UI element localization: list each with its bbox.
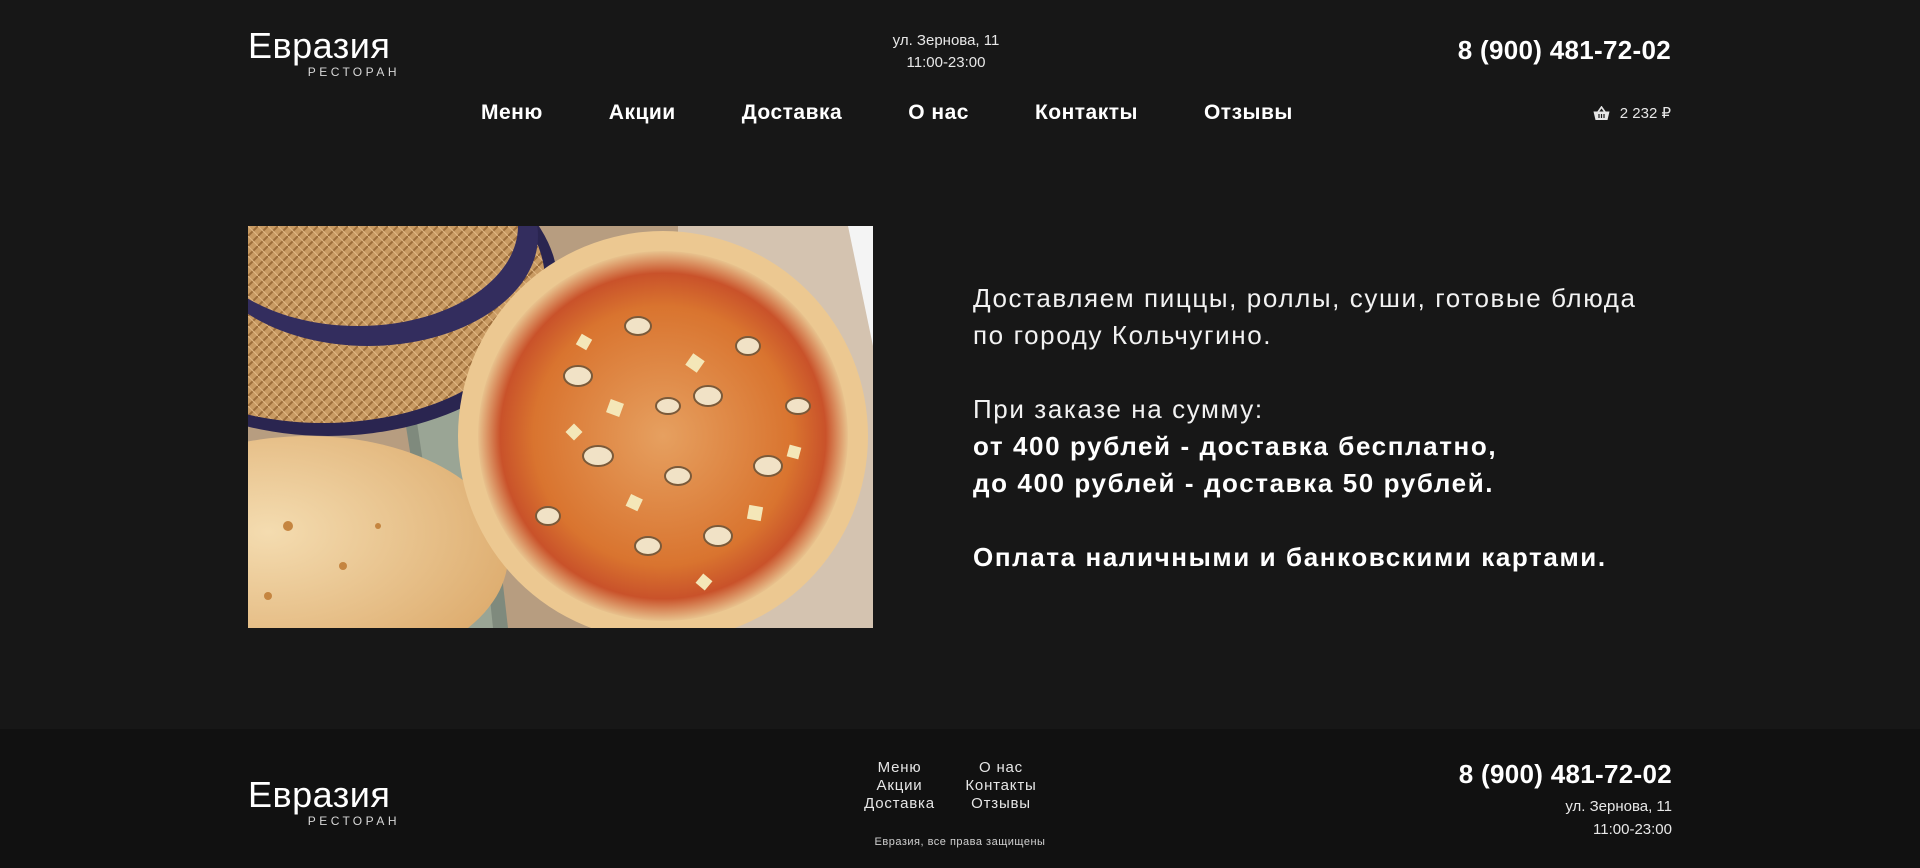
footer-address: ул. Зернова, 11 <box>1565 798 1672 815</box>
main-nav: Меню Акции Доставка О нас Контакты Отзыв… <box>481 101 1293 125</box>
nav-item-contacts[interactable]: Контакты <box>1035 101 1138 125</box>
delivery-line-1: Доставляем пиццы, роллы, суши, готовые б… <box>973 283 1637 313</box>
footer-nav-promotions[interactable]: Акции <box>877 777 923 795</box>
header-phone[interactable]: 8 (900) 481-72-02 <box>1458 35 1671 66</box>
footer-logo[interactable]: Евразия РЕСТОРАН <box>248 774 400 829</box>
footer-nav-reviews[interactable]: Отзывы <box>971 795 1031 813</box>
free-delivery-note: от 400 рублей - доставка бесплатно, <box>973 431 1498 461</box>
footer-nav-contacts[interactable]: Контакты <box>965 777 1036 795</box>
order-intro: При заказе на сумму: <box>973 394 1264 424</box>
header-hours: 11:00-23:00 <box>906 54 986 71</box>
footer-logo-title: Евразия <box>248 774 391 815</box>
site-footer: Евразия РЕСТОРАН Меню Акции Доставка О н… <box>0 729 1920 868</box>
payment-note: Оплата наличными и банковскими картами. <box>973 542 1607 572</box>
footer-hours: 11:00-23:00 <box>1593 821 1672 838</box>
basket-icon <box>1593 105 1610 121</box>
pizza-photo <box>248 226 873 628</box>
footer-nav-col-2: О нас Контакты Отзывы <box>961 759 1041 813</box>
header-address: ул. Зернова, 11 <box>892 32 1000 49</box>
footer-phone[interactable]: 8 (900) 481-72-02 <box>1459 759 1672 790</box>
paid-delivery-note: до 400 рублей - доставка 50 рублей. <box>973 468 1495 498</box>
footer-logo-tagline: РЕСТОРАН <box>307 814 400 828</box>
cart-button[interactable]: 2 232 ₽ <box>1593 104 1671 122</box>
footer-nav-col-1: Меню Акции Доставка <box>838 759 961 813</box>
nav-item-promotions[interactable]: Акции <box>609 101 676 125</box>
footer-nav-about[interactable]: О нас <box>979 759 1023 777</box>
logo-title: Евразия <box>248 25 391 66</box>
cart-total: 2 232 ₽ <box>1619 105 1671 122</box>
footer-nav: Меню Акции Доставка О нас Контакты Отзыв… <box>838 759 1041 813</box>
nav-item-about[interactable]: О нас <box>908 101 969 125</box>
footer-nav-delivery[interactable]: Доставка <box>864 795 935 813</box>
delivery-info: Доставляем пиццы, роллы, суши, готовые б… <box>973 280 1693 576</box>
logo-tagline: РЕСТОРАН <box>307 65 400 79</box>
copyright: Евразия, все права защищены <box>874 836 1046 848</box>
site-header: Евразия РЕСТОРАН ул. Зернова, 11 11:00-2… <box>0 0 1920 150</box>
footer-nav-menu[interactable]: Меню <box>878 759 922 777</box>
footer-address-block: ул. Зернова, 11 11:00-23:00 <box>1565 795 1672 841</box>
delivery-line-2: по городу Кольчугино. <box>973 320 1273 350</box>
nav-item-reviews[interactable]: Отзывы <box>1204 101 1293 125</box>
nav-item-menu[interactable]: Меню <box>481 101 543 125</box>
logo[interactable]: Евразия РЕСТОРАН <box>248 25 400 80</box>
header-address-block: ул. Зернова, 11 11:00-23:00 <box>846 30 1046 74</box>
nav-item-delivery[interactable]: Доставка <box>742 101 843 125</box>
